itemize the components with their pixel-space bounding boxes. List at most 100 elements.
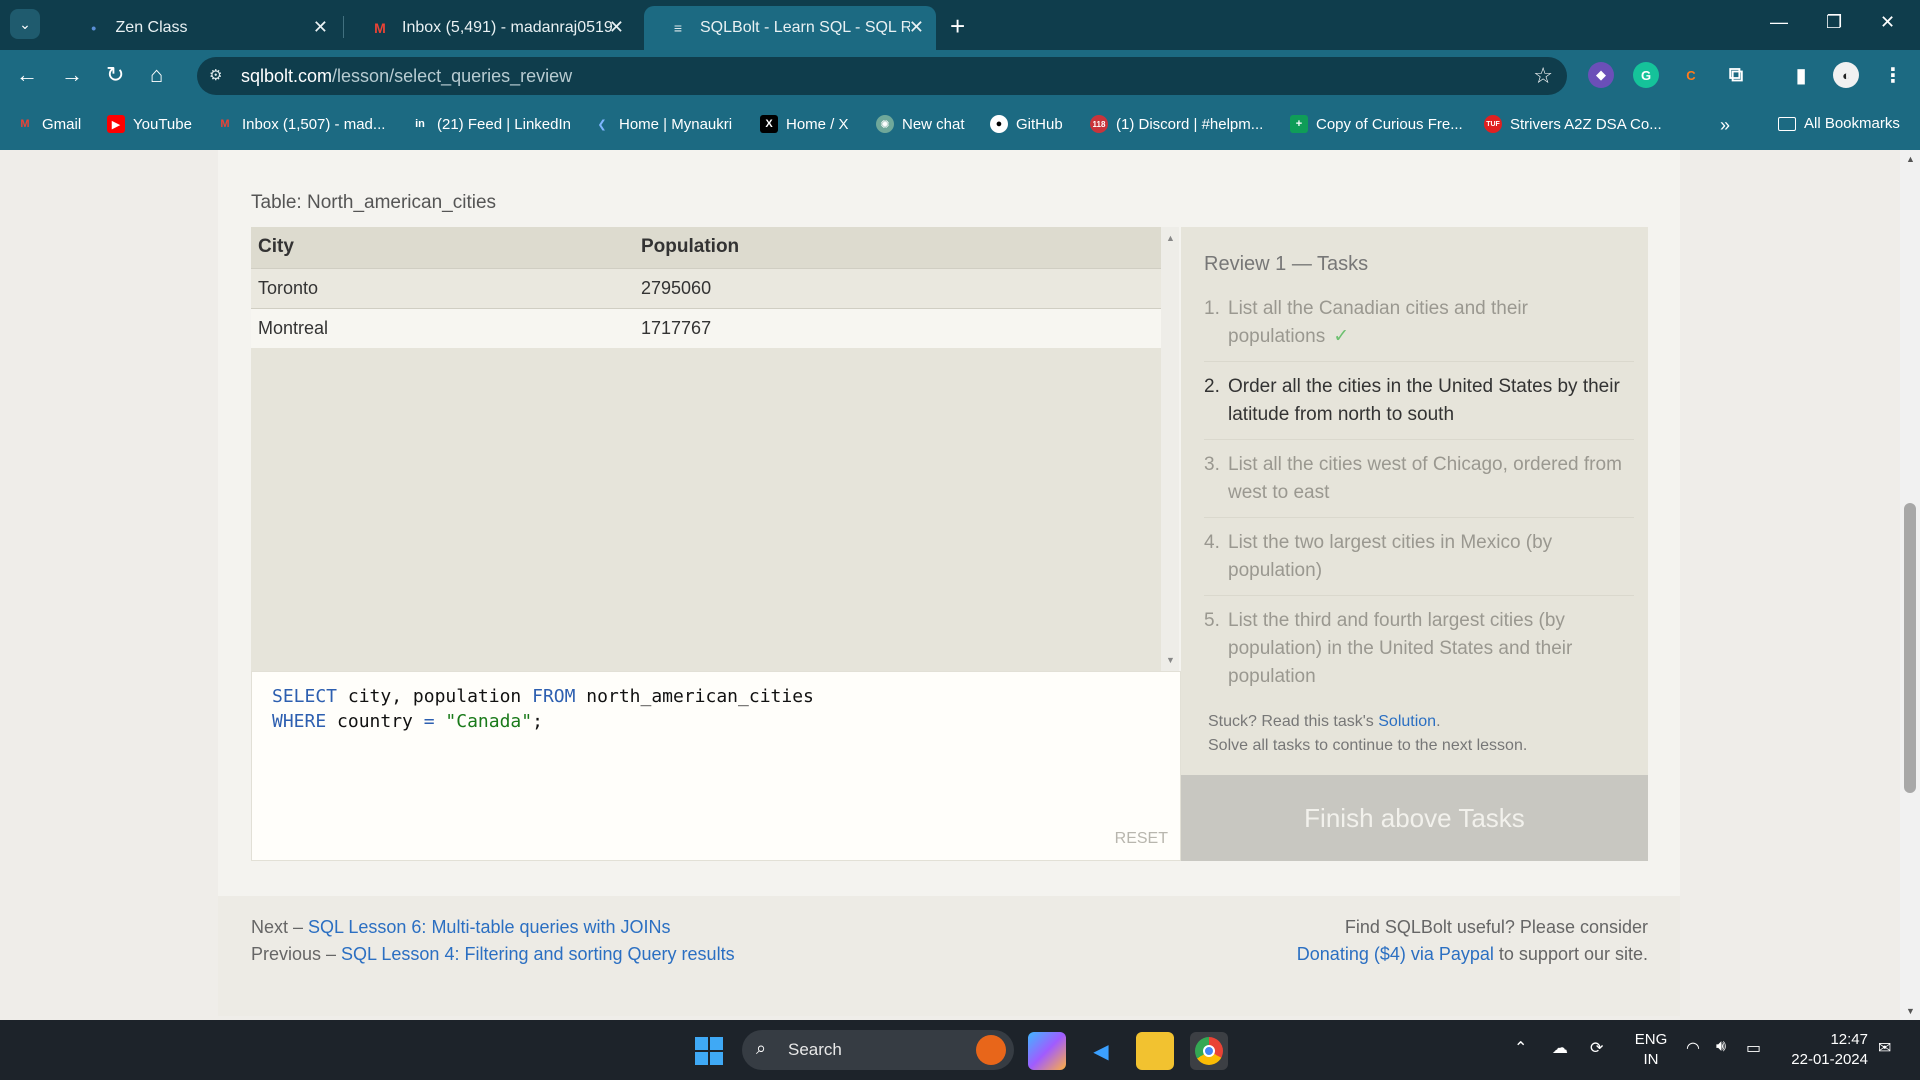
tab-title: Inbox (5,491) - madanraj0519@	[402, 19, 612, 36]
naukri-icon: ❮	[597, 118, 607, 131]
bookmark-label: GitHub	[1016, 115, 1063, 133]
tab-sqlbolt[interactable]: ≡ SQLBolt - Learn SQL - SQL Revi ✕	[644, 6, 936, 50]
x-icon: X	[760, 115, 778, 133]
task-list: 1. List all the Canadian cities and their…	[1204, 295, 1634, 712]
side-panel-icon[interactable]: ▮	[1788, 62, 1814, 88]
next-lesson-link[interactable]: SQL Lesson 6: Multi-table queries with J…	[308, 917, 671, 937]
menu-kebab-icon[interactable]: ⋮	[1880, 62, 1906, 88]
extension-shield-icon[interactable]: ◆	[1588, 62, 1614, 88]
onedrive-icon[interactable]: ☁	[1552, 1038, 1568, 1058]
tab-search-button[interactable]: ⌄	[10, 9, 40, 39]
bookmark-label: Gmail	[42, 115, 82, 133]
sql-text: city, population	[337, 686, 533, 707]
close-icon[interactable]: ✕	[609, 17, 624, 38]
support-suffix: to support our site.	[1493, 944, 1648, 964]
back-arrow-icon[interactable]: ←	[16, 62, 38, 88]
chrome-icon[interactable]	[1190, 1032, 1228, 1070]
battery-icon[interactable]: ▭	[1746, 1038, 1761, 1058]
page-scrollbar[interactable]: ▲ ▼	[1900, 150, 1920, 1020]
bookmark-discord[interactable]: 118 (1) Discord | #helpm...	[1090, 115, 1263, 133]
scroll-up-arrow-icon[interactable]: ▲	[1906, 154, 1915, 164]
sql-editor[interactable]: SELECT city, population FROM north_ameri…	[251, 671, 1181, 861]
new-tab-button[interactable]: +	[950, 11, 965, 42]
site-info-icon[interactable]: ⚙	[209, 66, 222, 84]
checkmark-icon: ✓	[1333, 326, 1350, 347]
wifi-icon[interactable]: ◠	[1686, 1038, 1700, 1058]
url-text[interactable]: sqlbolt.com/lesson/select_queries_review	[241, 66, 572, 87]
solution-link[interactable]: Solution	[1378, 713, 1436, 730]
scroll-down-arrow-icon[interactable]: ▼	[1166, 655, 1175, 665]
sql-text: north_american_cities	[575, 686, 814, 707]
task-item[interactable]: 2. Order all the cities in the United Sta…	[1204, 373, 1634, 440]
folder-icon	[1778, 116, 1796, 131]
task-text: List all the Canadian cities and their p…	[1228, 295, 1634, 351]
previous-lesson-link[interactable]: SQL Lesson 4: Filtering and sorting Quer…	[341, 944, 735, 964]
taskbar-search[interactable]: ⌕ Search	[742, 1030, 1014, 1070]
bookmark-x[interactable]: X Home / X	[760, 115, 849, 133]
bookmark-inbox[interactable]: M Inbox (1,507) - mad...	[216, 115, 385, 133]
grammarly-icon[interactable]: G	[1633, 62, 1659, 88]
sheets-icon: +	[1290, 115, 1308, 133]
tray-chevron-up-icon[interactable]: ⌃	[1514, 1038, 1527, 1058]
minimize-icon[interactable]: —	[1770, 12, 1788, 33]
bookmark-linkedin[interactable]: in (21) Feed | LinkedIn	[411, 115, 571, 133]
notification-bell-icon[interactable]: ✉	[1878, 1038, 1891, 1058]
column-header-population: Population	[641, 227, 1161, 268]
bookmark-strivers[interactable]: TUF Strivers A2Z DSA Co...	[1484, 115, 1662, 133]
task-number: 3.	[1204, 454, 1220, 475]
all-bookmarks-button[interactable]: All Bookmarks	[1778, 115, 1900, 132]
extensions-puzzle-icon[interactable]: ⧉	[1723, 62, 1749, 88]
scroll-down-arrow-icon[interactable]: ▼	[1906, 1006, 1915, 1016]
zen-class-favicon-icon: •	[91, 20, 97, 36]
close-icon[interactable]: ✕	[313, 17, 328, 38]
bookmark-github[interactable]: ● GitHub	[990, 115, 1063, 133]
sync-icon[interactable]: ⟳	[1590, 1038, 1603, 1058]
results-scrollbar[interactable]: ▲ ▼	[1161, 227, 1179, 671]
profile-avatar[interactable]: ◐	[1833, 62, 1859, 88]
home-icon[interactable]: ⌂	[150, 62, 163, 88]
more-bookmarks-chevron-icon[interactable]: »	[1720, 115, 1730, 136]
task-item[interactable]: 5. List the third and fourth largest citi…	[1204, 607, 1634, 701]
task-item[interactable]: 4. List the two largest cities in Mexico …	[1204, 529, 1634, 596]
linkedin-icon: in	[415, 118, 425, 130]
task-number: 2.	[1204, 376, 1220, 397]
finish-tasks-button[interactable]: Finish above Tasks	[1181, 775, 1648, 861]
bookmark-new-chat[interactable]: ✺ New chat	[876, 115, 965, 133]
forward-arrow-icon[interactable]: →	[61, 62, 83, 88]
bookmark-youtube[interactable]: ▶ YouTube	[107, 115, 192, 133]
extension-c-icon[interactable]: C	[1678, 62, 1704, 88]
browser-toolbar: ← → ↻ ⌂ ⚙ sqlbolt.com/lesson/select_quer…	[0, 50, 1920, 100]
reset-button[interactable]: RESET	[1115, 830, 1168, 848]
volume-icon[interactable]: 🔊︎	[1716, 1038, 1726, 1056]
scroll-up-arrow-icon[interactable]: ▲	[1166, 233, 1175, 243]
clock[interactable]: 12:47 22-01-2024	[1788, 1030, 1868, 1070]
task-item[interactable]: 1. List all the Canadian cities and their…	[1204, 295, 1634, 362]
sql-code[interactable]: SELECT city, population FROM north_ameri…	[272, 684, 814, 734]
bookmark-star-icon[interactable]: ☆	[1533, 63, 1553, 89]
tab-zen-class[interactable]: • Zen Class ✕	[60, 6, 340, 50]
sql-text: ;	[532, 711, 543, 732]
bookmark-sheets[interactable]: + Copy of Curious Fre...	[1290, 115, 1463, 133]
language-indicator[interactable]: ENG IN	[1634, 1030, 1668, 1070]
bookmark-mynaukri[interactable]: ❮ Home | Mynaukri	[593, 115, 732, 133]
windows-logo-icon	[695, 1037, 723, 1065]
address-bar[interactable]: ⚙ sqlbolt.com/lesson/select_queries_revi…	[197, 57, 1567, 95]
donate-link[interactable]: Donating ($4) via Paypal	[1297, 944, 1494, 964]
close-icon[interactable]: ✕	[909, 17, 924, 38]
bookmark-label: New chat	[902, 115, 965, 133]
vscode-icon[interactable]: ◀	[1082, 1032, 1120, 1070]
stuck-text: Stuck? Read this task's	[1208, 713, 1379, 730]
close-window-icon[interactable]: ✕	[1880, 12, 1895, 33]
task-item[interactable]: 3. List all the cities west of Chicago, o…	[1204, 451, 1634, 518]
restore-icon[interactable]: ❐	[1826, 12, 1842, 33]
file-explorer-icon[interactable]	[1136, 1032, 1174, 1070]
copilot-icon[interactable]	[1028, 1032, 1066, 1070]
scrollbar-thumb[interactable]	[1904, 503, 1916, 793]
table-row: Montreal 1717767	[251, 307, 1161, 348]
task-number: 4.	[1204, 532, 1220, 553]
bookmark-gmail[interactable]: M Gmail	[16, 115, 81, 133]
reload-icon[interactable]: ↻	[106, 62, 124, 88]
tab-inbox[interactable]: M Inbox (5,491) - madanraj0519@ ✕	[346, 6, 636, 50]
windows-start-icon[interactable]	[690, 1032, 728, 1070]
sql-keyword: FROM	[532, 686, 576, 707]
